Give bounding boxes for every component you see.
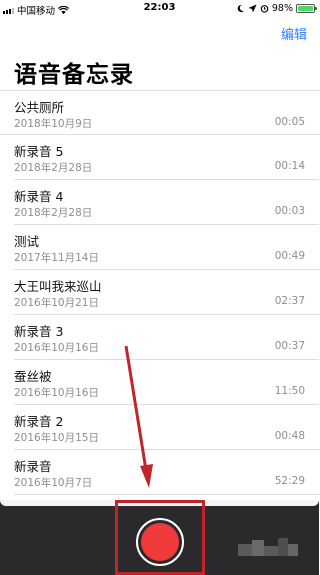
status-right: 98%	[236, 3, 317, 14]
memo-duration: 00:14	[274, 160, 305, 172]
memo-date: 2016年10月7日	[14, 477, 93, 489]
memo-row[interactable]: 公共厕所 2018年10月9日 00:05	[0, 90, 319, 135]
memo-row[interactable]: 测试 2017年11月14日 00:49	[14, 225, 319, 270]
memo-date: 2016年10月15日	[14, 432, 99, 444]
alarm-clock-icon	[260, 5, 269, 13]
memo-title: 测试	[14, 234, 40, 249]
battery-icon	[296, 4, 317, 13]
memo-list: 公共厕所 2018年10月9日 00:05 新录音 5 2018年2月28日 0…	[0, 90, 319, 495]
pixelated-watermark	[238, 538, 298, 558]
battery-percent: 98%	[271, 3, 293, 14]
memo-date: 2018年10月9日	[14, 118, 93, 130]
memo-date: 2017年11月14日	[14, 252, 99, 264]
memo-duration: 00:48	[274, 430, 305, 442]
memo-row[interactable]: 大王叫我来巡山 2016年10月21日 02:37	[14, 270, 319, 315]
memo-duration: 00:49	[274, 250, 305, 262]
memo-row[interactable]: 新录音 3 2016年10月16日 00:37	[14, 315, 319, 360]
memo-duration: 11:50	[274, 385, 305, 397]
memo-title: 新录音 5	[14, 144, 64, 159]
moon-icon	[237, 4, 244, 13]
status-bar: 中国移动 22:03 98%	[0, 0, 319, 18]
memo-duration: 52:29	[274, 475, 305, 487]
memo-duration: 00:37	[274, 340, 305, 352]
memo-date: 2016年10月16日	[14, 342, 99, 354]
memo-duration: 02:37	[274, 295, 305, 307]
memo-duration: 00:05	[274, 116, 305, 128]
memo-date: 2016年10月21日	[14, 297, 99, 309]
edit-button[interactable]: 编辑	[281, 24, 307, 43]
memo-date: 2016年10月16日	[14, 387, 99, 399]
memo-title: 新录音 4	[14, 189, 64, 204]
memo-row[interactable]: 新录音 5 2018年2月28日 00:14	[14, 135, 319, 180]
memo-duration: 00:03	[274, 205, 305, 217]
memo-title: 公共厕所	[14, 100, 65, 115]
memo-title: 新录音 3	[14, 324, 64, 339]
record-button[interactable]	[136, 518, 184, 566]
memo-date: 2018年2月28日	[14, 207, 93, 219]
location-arrow-icon	[248, 4, 257, 13]
memo-title: 蚕丝被	[14, 369, 52, 384]
memo-row[interactable]: 新录音 4 2018年2月28日 00:03	[14, 180, 319, 225]
page-title: 语音备忘录	[14, 62, 134, 88]
memo-title: 新录音	[14, 459, 52, 474]
memo-row[interactable]: 蚕丝被 2016年10月16日 11:50	[14, 360, 319, 405]
memo-date: 2018年2月28日	[14, 162, 93, 174]
record-dot-icon	[141, 523, 179, 561]
memo-title: 新录音 2	[14, 414, 64, 429]
memo-title: 大王叫我来巡山	[14, 279, 102, 294]
memo-row[interactable]: 新录音 2016年10月7日 52:29	[14, 450, 319, 495]
memo-row[interactable]: 新录音 2 2016年10月15日 00:48	[14, 405, 319, 450]
